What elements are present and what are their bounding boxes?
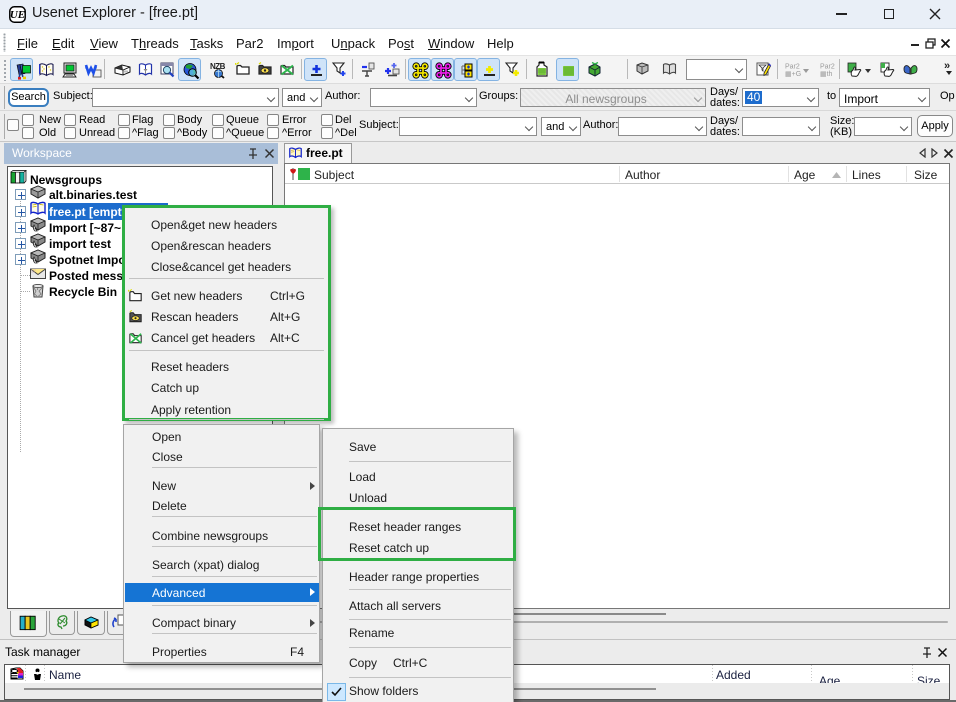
svg-text:▦+G: ▦+G (785, 71, 801, 78)
svg-text:Par2: Par2 (785, 64, 800, 71)
svg-text:UE: UE (10, 9, 25, 21)
svg-text:Par2: Par2 (820, 64, 835, 71)
svg-text:▦th: ▦th (820, 71, 833, 78)
